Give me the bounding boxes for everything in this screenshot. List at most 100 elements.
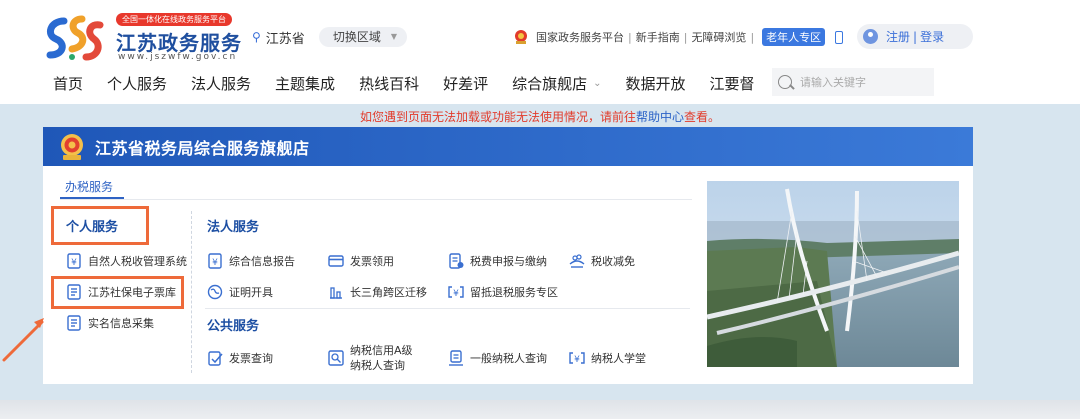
section-divider	[205, 308, 690, 309]
service-item[interactable]: 纳税信用A级纳税人查询	[328, 343, 420, 373]
globe-icon	[207, 284, 223, 300]
region-selector: ⚲ 江苏省 切换区域 ▼	[252, 27, 407, 47]
logo-url: www.jszwfw.gov.cn	[118, 52, 238, 62]
search-icon[interactable]	[778, 75, 792, 89]
service-item[interactable]: 江苏社保电子票库	[66, 284, 176, 300]
user-icon	[863, 29, 878, 44]
logo-badge: 全国一体化在线政务服务平台	[116, 13, 232, 26]
yuan-document-icon: ¥	[208, 253, 222, 269]
nav-corporate[interactable]: 法人服务	[191, 73, 251, 94]
column-divider	[191, 211, 192, 373]
service-label: 江苏社保电子票库	[88, 286, 176, 299]
section-title-public: 公共服务	[207, 319, 260, 334]
svg-text:¥: ¥	[71, 258, 77, 268]
top-header: 全国一体化在线政务服务平台 江苏政务服务 www.jszwfw.gov.cn ⚲…	[0, 0, 1080, 104]
service-item[interactable]: 发票领用	[328, 253, 394, 269]
search-input[interactable]	[800, 75, 920, 89]
service-label: 实名信息采集	[88, 317, 154, 330]
svg-text:¥: ¥	[212, 258, 218, 268]
service-label: 纳税信用A级纳税人查询	[350, 344, 413, 372]
service-item[interactable]: 税费申报与缴纳	[448, 253, 547, 269]
quick-links: 国家政务服务平台 | 新手指南 | 无障碍浏览 | 老年人专区	[514, 27, 844, 47]
newbie-guide-link[interactable]: 新手指南	[636, 29, 680, 45]
nav-hotline[interactable]: 热线百科	[359, 73, 419, 94]
help-notice: 如您遇到页面无法加载或功能无法使用情况，请前往帮助中心查看。	[0, 108, 1080, 125]
separator: |	[628, 30, 632, 44]
service-item[interactable]: ¥ 自然人税收管理系统	[66, 253, 187, 269]
senior-zone-link[interactable]: 老年人专区	[762, 28, 826, 46]
annotation-arrow-icon	[2, 318, 44, 362]
yuan-document-icon: ¥	[67, 253, 81, 269]
nav-flagship-label: 综合旗舰店	[512, 74, 588, 93]
logo-mark-icon	[46, 15, 104, 61]
current-region: 江苏省	[265, 31, 305, 47]
service-label: 综合信息报告	[229, 255, 295, 268]
register-link[interactable]: 注册	[886, 28, 910, 45]
service-item[interactable]: 发票查询	[207, 350, 273, 366]
store-banner: 江苏省税务局综合服务旗舰店	[43, 127, 973, 166]
service-label: 税费申报与缴纳	[470, 255, 547, 268]
service-item[interactable]: 实名信息采集	[66, 315, 154, 331]
card-icon	[328, 255, 344, 267]
mobile-phone-icon[interactable]	[835, 30, 844, 44]
nav-personal[interactable]: 个人服务	[107, 73, 167, 94]
invoice-check-icon	[208, 351, 223, 366]
auth-box: 注册 | 登录	[857, 24, 973, 49]
accessible-browse-link[interactable]: 无障碍浏览	[691, 29, 746, 45]
yuan-refund-icon: ¥	[448, 286, 464, 299]
nav-rating[interactable]: 好差评	[443, 73, 488, 94]
service-item[interactable]: ¥ 综合信息报告	[207, 253, 295, 269]
nav-home[interactable]: 首页	[53, 73, 83, 94]
taxpayer-query-icon	[449, 350, 463, 366]
section-title-corporate: 法人服务	[207, 220, 260, 235]
site-logo[interactable]: 全国一体化在线政务服务平台 江苏政务服务 www.jszwfw.gov.cn	[42, 13, 242, 63]
service-label: 纳税人学堂	[591, 352, 646, 365]
nav-supervise[interactable]: 江要督	[710, 73, 755, 94]
national-emblem-icon	[515, 30, 527, 44]
nav-flagship[interactable]: 综合旗舰店 ⌄	[512, 73, 601, 94]
service-item[interactable]: ¥ 纳税人学堂	[569, 350, 646, 366]
tax-emblem-icon	[61, 133, 83, 160]
location-pin-icon: ⚲	[252, 30, 261, 44]
service-label: 留抵退税服务专区	[470, 286, 558, 299]
notice-suffix: 查看。	[684, 110, 721, 124]
tab-divider	[60, 199, 692, 200]
service-label: 长三角跨区迁移	[350, 286, 427, 299]
login-link[interactable]: 登录	[920, 28, 944, 45]
switch-region-button[interactable]: 切换区域 ▼	[318, 27, 407, 47]
yuan-refund-icon: ¥	[569, 352, 585, 365]
search-box	[772, 68, 934, 96]
service-item[interactable]: 税收减免	[569, 253, 635, 269]
svg-text:¥: ¥	[574, 355, 580, 365]
tab-tax-services[interactable]: 办税服务	[65, 178, 113, 195]
document-list-icon	[67, 315, 81, 331]
help-center-link[interactable]: 帮助中心	[636, 110, 684, 124]
service-label: 一般纳税人查询	[470, 352, 547, 365]
service-item[interactable]: 长三角跨区迁移	[328, 284, 427, 300]
store-title: 江苏省税务局综合服务旗舰店	[95, 138, 310, 158]
nav-themes[interactable]: 主题集成	[275, 73, 335, 94]
bottom-bar	[0, 400, 1080, 419]
chevron-down-icon: ⌄	[593, 77, 602, 89]
nav-open-data[interactable]: 数据开放	[626, 73, 686, 94]
service-label: 发票领用	[350, 255, 394, 268]
service-item[interactable]: ¥ 留抵退税服务专区	[448, 284, 558, 300]
service-label: 税收减免	[591, 255, 635, 268]
credit-search-icon	[328, 350, 344, 366]
tax-relief-icon	[569, 254, 585, 268]
service-item[interactable]: 证明开具	[207, 284, 273, 300]
service-label: 发票查询	[229, 352, 273, 365]
tax-declare-icon	[449, 253, 464, 269]
section-title-personal: 个人服务	[66, 220, 119, 235]
service-item[interactable]: 一般纳税人查询	[448, 350, 547, 366]
switch-region-label: 切换区域	[332, 30, 381, 44]
service-label: 证明开具	[229, 286, 273, 299]
national-platform-link[interactable]: 国家政务服务平台	[536, 29, 624, 45]
separator: |	[750, 30, 755, 44]
chevron-down-icon: ▼	[390, 32, 397, 41]
svg-text:¥: ¥	[453, 289, 459, 299]
bridge-photo	[707, 181, 959, 367]
separator: |	[913, 29, 918, 44]
service-label: 自然人税收管理系统	[88, 255, 187, 268]
notice-prefix: 如您遇到页面无法加载或功能无法使用情况，请前往	[359, 110, 636, 124]
